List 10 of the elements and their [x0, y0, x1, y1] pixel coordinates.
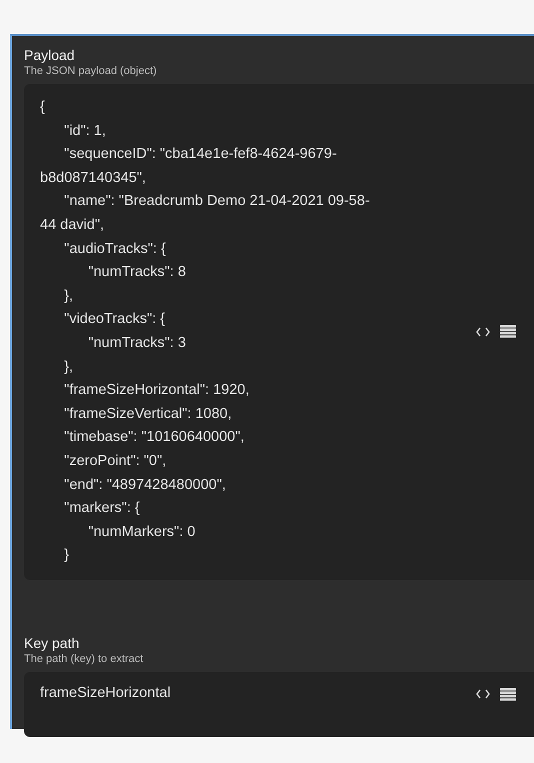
text-field[interactable]: frameSizeHorizontal [24, 672, 534, 737]
list-icon[interactable] [500, 325, 516, 338]
field-label: Key path [24, 634, 80, 652]
code-icon[interactable] [476, 689, 490, 700]
field-description: The JSON payload (object) [24, 64, 158, 78]
list-icon[interactable] [500, 688, 516, 701]
code-editor[interactable]: { "id": 1, "sequenceID": "cba14e1e-fef8-4624-9679- b8d087140345", "name": "Breadcrumb Demo 21-04-2021 09-58- 44 david", "audioTracks": { "numTracks": 8 }, "videoTracks": { "numTracks": 3 }, "frameSizeHorizontal": 1920, "frameSizeVertical": 1080, "timebase": "10160640000", "zeroPoint": "0", "end": "4897428480000", "markers": { "numMarkers": 0 } [24, 84, 534, 580]
code-icon[interactable] [476, 326, 490, 337]
field-label: Payload [24, 46, 76, 64]
field-description: The path (key) to extract [24, 652, 144, 666]
